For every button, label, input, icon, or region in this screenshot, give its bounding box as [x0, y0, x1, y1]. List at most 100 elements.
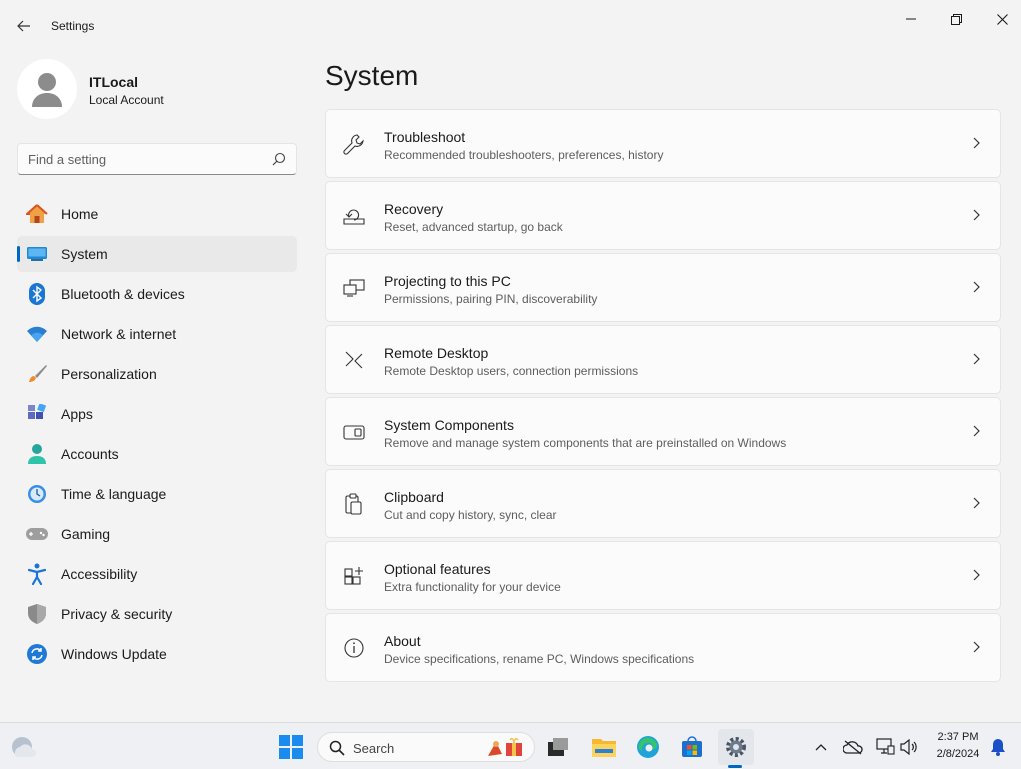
- weather-widget-button[interactable]: [9, 734, 37, 760]
- chevron-right-icon: [973, 641, 980, 653]
- start-button[interactable]: [277, 733, 305, 761]
- card-description: Permissions, pairing PIN, discoverabilit…: [384, 292, 598, 306]
- settings-search-input[interactable]: [28, 150, 268, 168]
- network-icon: [876, 738, 895, 755]
- sidebar-item-privacy-security[interactable]: Privacy & security: [17, 596, 297, 632]
- sidebar-item-personalization[interactable]: Personalization: [17, 356, 297, 392]
- sidebar-item-label: Accessibility: [61, 566, 138, 582]
- recovery-card[interactable]: Recovery Reset, advanced startup, go bac…: [325, 181, 1001, 250]
- sidebar-item-label: Personalization: [61, 366, 157, 382]
- gaming-icon: [26, 523, 48, 545]
- chevron-up-icon: [815, 744, 827, 751]
- card-title: Recovery: [384, 201, 444, 217]
- remote-desktop-card[interactable]: Remote Desktop Remote Desktop users, con…: [325, 325, 1001, 394]
- chevron-right-icon: [973, 209, 980, 221]
- card-title: System Components: [384, 417, 514, 433]
- notifications-button[interactable]: [988, 737, 1008, 757]
- file-explorer-button[interactable]: [590, 734, 618, 760]
- card-description: Device specifications, rename PC, Window…: [384, 652, 695, 666]
- show-hidden-icons-button[interactable]: [812, 737, 830, 757]
- settings-app-button[interactable]: [718, 729, 754, 765]
- microsoft-store-button[interactable]: [678, 734, 706, 760]
- sidebar-item-home[interactable]: Home: [17, 196, 297, 232]
- home-icon: [26, 203, 48, 225]
- sidebar-item-accounts[interactable]: Accounts: [17, 436, 297, 472]
- clipboard-card[interactable]: Clipboard Cut and copy history, sync, cl…: [325, 469, 1001, 538]
- remote-desktop-icon: [342, 348, 366, 372]
- chevron-right-icon: [973, 353, 980, 365]
- sidebar-item-network[interactable]: Network & internet: [17, 316, 297, 352]
- onedrive-button[interactable]: [842, 736, 864, 758]
- card-description: Recommended troubleshooters, preferences…: [384, 148, 664, 162]
- chevron-right-icon: [973, 569, 980, 581]
- accessibility-icon: [26, 563, 48, 585]
- sidebar-item-system[interactable]: System: [17, 236, 297, 272]
- gift-icon: [488, 738, 522, 756]
- bell-icon: [991, 739, 1005, 756]
- task-view-icon: [548, 738, 568, 756]
- taskbar-search-box[interactable]: [317, 732, 535, 762]
- sidebar-item-time-language[interactable]: Time & language: [17, 476, 297, 512]
- network-status-button[interactable]: [874, 736, 896, 758]
- avatar[interactable]: [17, 59, 77, 119]
- clock-time[interactable]: 2:37 PM: [930, 731, 986, 743]
- card-title: Troubleshoot: [384, 129, 466, 145]
- system-components-icon: [342, 420, 366, 444]
- edge-icon: [637, 736, 659, 758]
- volume-button[interactable]: [898, 736, 920, 758]
- sidebar-item-windows-update[interactable]: Windows Update: [17, 636, 297, 672]
- recovery-icon: [342, 204, 366, 228]
- settings-search-box[interactable]: [17, 143, 297, 175]
- card-description: Reset, advanced startup, go back: [384, 220, 563, 234]
- about-card[interactable]: About Device specifications, rename PC, …: [325, 613, 1001, 682]
- close-button[interactable]: [979, 6, 1021, 32]
- card-description: Remote Desktop users, connection permiss…: [384, 364, 639, 378]
- optional-features-card[interactable]: Optional features Extra functionality fo…: [325, 541, 1001, 610]
- chevron-right-icon: [973, 281, 980, 293]
- search-icon[interactable]: [272, 152, 286, 166]
- brush-icon: [26, 363, 48, 385]
- sidebar-item-apps[interactable]: Apps: [17, 396, 297, 432]
- projecting-icon: [342, 276, 366, 300]
- chevron-right-icon: [973, 137, 980, 149]
- card-title: Projecting to this PC: [384, 273, 511, 289]
- edge-button[interactable]: [634, 734, 662, 760]
- system-components-card[interactable]: System Components Remove and manage syst…: [325, 397, 1001, 466]
- folder-icon: [592, 739, 616, 757]
- clock-date[interactable]: 2/8/2024: [930, 748, 986, 760]
- back-button[interactable]: [12, 14, 36, 38]
- troubleshoot-card[interactable]: Troubleshoot Recommended troubleshooters…: [325, 109, 1001, 178]
- card-title: Optional features: [384, 561, 491, 577]
- sidebar-nav: Home System Bluetooth & devices Network …: [17, 196, 297, 676]
- sidebar-item-accessibility[interactable]: Accessibility: [17, 556, 297, 592]
- sidebar-item-label: Accounts: [61, 446, 119, 462]
- task-view-button[interactable]: [544, 734, 572, 760]
- sidebar-item-bluetooth[interactable]: Bluetooth & devices: [17, 276, 297, 312]
- sidebar-item-label: System: [61, 246, 108, 262]
- profile-name: ITLocal: [89, 74, 139, 90]
- projecting-card[interactable]: Projecting to this PC Permissions, pairi…: [325, 253, 1001, 322]
- store-icon: [682, 736, 702, 757]
- card-description: Extra functionality for your device: [384, 580, 561, 594]
- speaker-icon: [900, 739, 917, 755]
- windows-logo-icon: [279, 735, 303, 759]
- profile-account-type: Local Account: [89, 93, 164, 107]
- search-icon: [329, 740, 345, 756]
- card-description: Remove and manage system components that…: [384, 436, 787, 450]
- taskbar-search-input[interactable]: [353, 739, 483, 757]
- card-description: Cut and copy history, sync, clear: [384, 508, 557, 522]
- card-title: About: [384, 633, 421, 649]
- cloud-offline-icon: [843, 740, 863, 755]
- user-icon: [32, 73, 62, 107]
- chevron-right-icon: [973, 425, 980, 437]
- sidebar-item-label: Time & language: [61, 486, 167, 502]
- restore-icon: [950, 13, 962, 25]
- settings-list: Troubleshoot Recommended troubleshooters…: [325, 109, 1001, 685]
- chevron-right-icon: [973, 497, 980, 509]
- maximize-button[interactable]: [933, 6, 979, 32]
- minimize-button[interactable]: [888, 6, 934, 32]
- page-title: System: [325, 60, 419, 91]
- info-icon: [342, 636, 366, 660]
- sidebar-item-gaming[interactable]: Gaming: [17, 516, 297, 552]
- sidebar-item-label: Home: [61, 206, 99, 222]
